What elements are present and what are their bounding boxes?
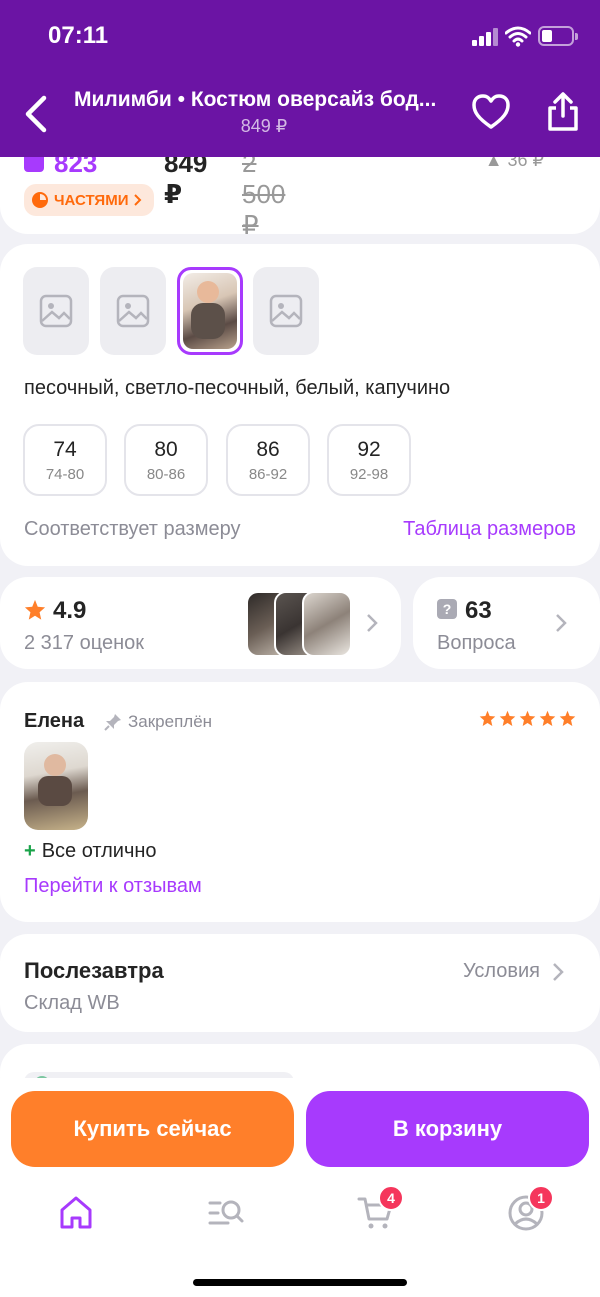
home-icon[interactable] (56, 1193, 96, 1233)
buy-now-button[interactable]: Купить сейчас (11, 1091, 294, 1167)
size-range: 74-80 (45, 466, 85, 483)
size-range: 92-98 (349, 466, 389, 483)
image-placeholder-icon (116, 294, 150, 328)
rating-card[interactable]: 4.9 2 317 оценок (0, 577, 401, 669)
delivery-conditions-link[interactable]: Условия (463, 960, 540, 983)
rating-count: 2 317 оценок (24, 632, 144, 654)
review-card: Елена Закреплён + Все отлично Перейти к о… (0, 682, 600, 922)
product-title: Милимби • Костюм оверсайз бод... (74, 88, 437, 111)
review-stars (479, 710, 576, 727)
size-option[interactable]: 86 86-92 (226, 424, 310, 496)
cart-tab[interactable]: 4 (356, 1185, 404, 1233)
questions-card[interactable]: ? 63 Вопроса (413, 577, 600, 669)
size-option[interactable]: 92 92-98 (327, 424, 411, 496)
size-ru: 80 (154, 438, 178, 461)
pinned-label: Закреплён (104, 712, 212, 732)
cart-badge: 4 (378, 1185, 404, 1211)
wifi-icon (505, 26, 531, 47)
color-names: песочный, светло-песочный, белый, капучи… (24, 377, 451, 399)
color-thumb[interactable] (23, 267, 89, 355)
old-price: 2 500 ₽ (242, 148, 286, 240)
share-icon[interactable] (546, 92, 580, 132)
status-time: 07:11 (48, 22, 109, 49)
size-range: 80-86 (146, 466, 186, 483)
color-thumb-selected[interactable] (177, 267, 243, 355)
profile-tab[interactable]: 1 (506, 1185, 554, 1233)
size-option[interactable]: 74 74-80 (23, 424, 107, 496)
catalog-search-icon[interactable] (206, 1193, 246, 1233)
star-icon (24, 599, 46, 620)
review-author: Елена (24, 710, 85, 732)
bottom-bar: Купить сейчас В корзину 4 1 (0, 1078, 600, 1297)
image-placeholder-icon (269, 294, 303, 328)
color-thumb[interactable] (100, 267, 166, 355)
questions-label: Вопроса (437, 632, 516, 654)
size-option[interactable]: 80 80-86 (124, 424, 208, 496)
delivery-date: Послезавтра (24, 958, 164, 983)
status-bar: 07:11 (0, 0, 600, 74)
cellular-signal-icon (472, 28, 500, 46)
size-range: 86-92 (248, 466, 288, 483)
question-icon: ? (437, 599, 457, 619)
star-icon (479, 710, 496, 726)
review-pro-text: Все отлично (41, 840, 157, 862)
image-placeholder-icon (39, 294, 73, 328)
profile-badge: 1 (528, 1185, 554, 1211)
pinned-text: Закреплён (128, 712, 213, 731)
size-fit-label: Соответствует размеру (24, 518, 241, 540)
star-icon (539, 710, 556, 726)
variants-card: песочный, светло-песочный, белый, капучи… (0, 244, 600, 566)
current-price: 849 ₽ (164, 148, 208, 209)
review-pro: + Все отлично (24, 840, 157, 862)
size-ru: 92 (357, 438, 381, 461)
installments-badge[interactable]: ЧАСТЯМИ (24, 184, 155, 216)
size-ru: 74 (53, 438, 77, 461)
size-table-link[interactable]: Таблица размеров (403, 518, 576, 541)
size-ru: 86 (256, 438, 280, 461)
star-icon (559, 710, 576, 726)
top-header: 07:11 Милимби • Костюм оверсайз бод... 8… (0, 0, 600, 157)
chevron-right-icon (367, 614, 378, 632)
color-thumb[interactable] (253, 267, 319, 355)
rating-value: 4.9 (53, 597, 87, 624)
delivery-warehouse: Склад WB (24, 992, 120, 1014)
pie-icon (32, 192, 48, 208)
header-price: 849 ₽ (240, 116, 288, 136)
home-indicator (193, 1279, 407, 1286)
add-to-cart-button[interactable]: В корзину (306, 1091, 589, 1167)
chevron-right-icon (556, 614, 567, 632)
favorite-heart-icon[interactable] (472, 94, 510, 130)
review-photo[interactable] (24, 742, 88, 830)
questions-count: 63 (465, 597, 492, 624)
review-photo (302, 591, 352, 657)
back-arrow-icon[interactable] (22, 94, 52, 134)
go-to-reviews-link[interactable]: Перейти к отзывам (24, 875, 202, 898)
chevron-right-icon (553, 963, 564, 981)
installments-label: ЧАСТЯМИ (54, 191, 129, 209)
chevron-right-icon (134, 194, 142, 206)
battery-icon (538, 26, 578, 46)
star-icon (499, 710, 516, 726)
star-icon (519, 710, 536, 726)
product-photo (183, 273, 237, 349)
delivery-card: Послезавтра Склад WB Условия (0, 934, 600, 1032)
pin-icon (104, 714, 121, 731)
